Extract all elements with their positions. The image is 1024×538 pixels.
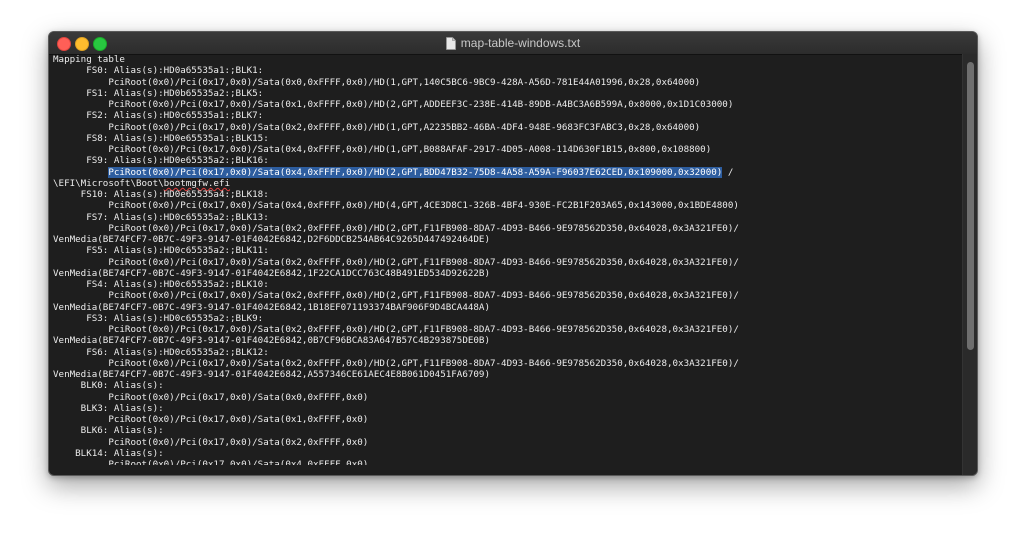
text-line: FS4: Alias(s):HD0c65535a2:;BLK10: <box>53 279 269 290</box>
text-line: FS2: Alias(s):HD0c65535a1:;BLK7: <box>53 110 264 122</box>
efi-path-prefix: \EFI\Microsoft\Boot\ <box>53 177 164 189</box>
text-line: PciRoot(0x0)/Pci(0x17,0x0)/Sata(0x2,0xFF… <box>53 324 739 335</box>
selected-text-line: PciRoot(0x0)/Pci(0x17,0x0)/Sata(0x4,0xFF… <box>53 166 963 178</box>
text-line: PciRoot(0x0)/Pci(0x17,0x0)/Sata(0x2,0xFF… <box>53 357 739 369</box>
text-line: BLK3: Alias(s): <box>53 402 164 414</box>
text-line: FS1: Alias(s):HD0b65535a2:;BLK5: <box>53 87 264 99</box>
text-line: PciRoot(0x0)/Pci(0x17,0x0)/Sata(0x2,0xFF… <box>53 290 739 302</box>
text-line: PciRoot(0x0)/Pci(0x17,0x0)/Sata(0x4,0xFF… <box>53 200 739 212</box>
window-title-text: map-table-windows.txt <box>460 36 581 50</box>
selected-text: PciRoot(0x0)/Pci(0x17,0x0)/Sata(0x4,0xFF… <box>108 166 723 178</box>
text-line: PciRoot(0x0)/Pci(0x17,0x0)/Sata(0x1,0xFF… <box>53 414 369 425</box>
misspelled-word: bootmgfw.efi <box>163 177 231 189</box>
text-line: BLK14: Alias(s): <box>53 447 164 459</box>
text-line: PciRoot(0x0)/Pci(0x17,0x0)/Sata(0x2,0xFF… <box>53 222 739 234</box>
text-line: VenMedia(BE74FCF7-0B7C-49F3-9147-01F4042… <box>53 301 490 313</box>
text-line: FS3: Alias(s):HD0c65535a2:;BLK9: <box>53 312 264 324</box>
document-icon <box>445 36 456 50</box>
text-line: FS6: Alias(s):HD0c65535a2:;BLK12: <box>53 346 269 358</box>
text-line: PciRoot(0x0)/Pci(0x17,0x0)/Sata(0x0,0xFF… <box>53 391 369 403</box>
text-line: PciRoot(0x0)/Pci(0x17,0x0)/Sata(0x1,0xFF… <box>53 99 734 110</box>
title-bar[interactable]: map-table-windows.txt <box>49 32 977 55</box>
text-line: PciRoot(0x0)/Pci(0x17,0x0)/Sata(0x4,0xFF… <box>53 459 369 465</box>
text-line: PciRoot(0x0)/Pci(0x17,0x0)/Sata(0x2,0xFF… <box>53 256 739 268</box>
text-line: FS9: Alias(s):HD0e65535a2:;BLK16: <box>53 155 269 167</box>
scrollbar-thumb[interactable] <box>967 62 974 350</box>
text-line: PciRoot(0x0)/Pci(0x17,0x0)/Sata(0x4,0xFF… <box>53 144 712 155</box>
text-content[interactable]: Mapping table FS0: Alias(s):HD0a65535a1:… <box>49 54 963 475</box>
text-line: FS7: Alias(s):HD0c65535a2:;BLK13: <box>53 211 269 223</box>
text-line: VenMedia(BE74FCF7-0B7C-49F3-9147-01F4042… <box>53 369 490 380</box>
trailing-text: / <box>722 166 734 178</box>
text-line: Mapping table <box>53 54 125 65</box>
text-line: BLK0: Alias(s): <box>53 380 164 392</box>
terminal-window: map-table-windows.txt Mapping table FS0:… <box>48 31 978 476</box>
text-line: BLK6: Alias(s): <box>53 425 164 437</box>
text-line: VenMedia(BE74FCF7-0B7C-49F3-9147-01F4042… <box>53 335 490 347</box>
text-line: FS8: Alias(s):HD0e65535a1:;BLK15: <box>53 132 269 144</box>
text-line: PciRoot(0x0)/Pci(0x17,0x0)/Sata(0x2,0xFF… <box>53 121 701 133</box>
text-line: VenMedia(BE74FCF7-0B7C-49F3-9147-01F4042… <box>53 267 490 279</box>
vertical-scrollbar[interactable] <box>962 54 977 475</box>
window-title: map-table-windows.txt <box>49 32 977 54</box>
text-line: FS5: Alias(s):HD0c65535a2:;BLK11: <box>53 245 269 257</box>
efi-path-line: \EFI\Microsoft\Boot\bootmgfw.efi <box>53 178 963 189</box>
text-line: VenMedia(BE74FCF7-0B7C-49F3-9147-01F4042… <box>53 234 490 245</box>
text-line: FS0: Alias(s):HD0a65535a1:;BLK1: <box>53 65 264 77</box>
text-line: PciRoot(0x0)/Pci(0x17,0x0)/Sata(0x0,0xFF… <box>53 76 701 88</box>
text-line: PciRoot(0x0)/Pci(0x17,0x0)/Sata(0x2,0xFF… <box>53 436 369 448</box>
text-line: FS10: Alias(s):HD0e65535a4:;BLK18: <box>53 189 269 200</box>
